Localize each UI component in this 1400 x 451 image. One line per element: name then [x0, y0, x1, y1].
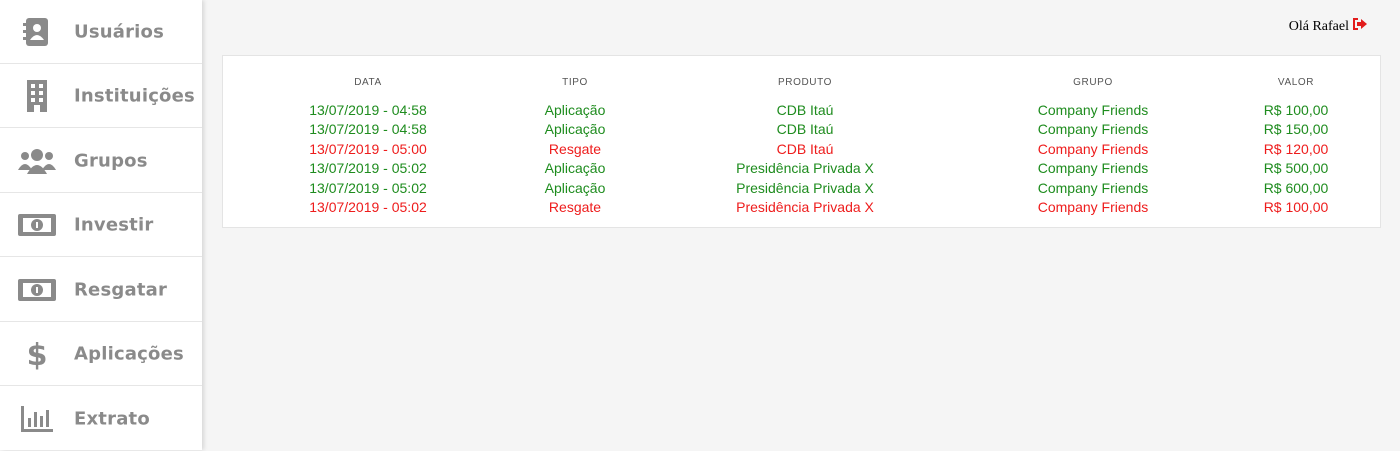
svg-text:$: $ [27, 338, 48, 370]
cell-valor: R$ 150,00 [1263, 121, 1329, 138]
sidebar-item-label: Usuários [74, 21, 165, 42]
sidebar-item-label: Instituições [74, 85, 195, 106]
cell-tipo: Aplicação [544, 102, 606, 118]
cell-produto: Presidência Privada X [736, 179, 874, 196]
column-header-valor: VALOR [1277, 77, 1315, 88]
column-header-grupo: GRUPO [1073, 77, 1113, 88]
cell-valor: R$ 600,00 [1263, 179, 1329, 196]
sidebar-item-extrato[interactable]: Extrato [0, 387, 202, 451]
cell-data: 13/07/2019 - 05:02 [309, 199, 427, 215]
column-header-data: DATA [354, 77, 382, 88]
cell-tipo: Resgate [548, 199, 602, 215]
cell-valor: R$ 500,00 [1263, 160, 1329, 177]
building-icon [18, 79, 56, 112]
sidebar-item-resgatar[interactable]: Resgatar [0, 258, 202, 322]
cell-grupo: Company Friends [1037, 179, 1149, 196]
cell-tipo: Aplicação [544, 160, 606, 177]
cell-tipo: Aplicação [544, 179, 606, 196]
cell-data: 13/07/2019 - 05:02 [309, 160, 427, 177]
sign-out-icon[interactable] [1353, 18, 1367, 35]
money-bill-icon [18, 210, 56, 240]
cell-data: 13/07/2019 - 04:58 [309, 102, 427, 118]
cell-produto: CDB Itaú [776, 121, 834, 138]
address-book-icon [18, 17, 56, 47]
column-header-produto: PRODUTO [777, 77, 833, 88]
cell-data: 13/07/2019 - 05:00 [309, 140, 427, 157]
sidebar-item-label: Extrato [74, 408, 150, 430]
cell-produto: Presidência Privada X [736, 199, 874, 215]
cell-grupo: Company Friends [1037, 160, 1149, 177]
bar-chart-icon [18, 404, 56, 434]
cell-valor: R$ 120,00 [1263, 140, 1329, 157]
sidebar: Usuários Instituições Grupos Investir Re… [0, 0, 202, 450]
sidebar-item-instituicoes[interactable]: Instituições [0, 64, 202, 128]
cell-data: 13/07/2019 - 04:58 [309, 121, 427, 138]
cell-produto: CDB Itaú [776, 140, 834, 157]
users-icon [18, 146, 56, 176]
cell-grupo: Company Friends [1037, 199, 1149, 215]
greeting-text: Olá Rafael [1288, 18, 1349, 34]
cell-valor: R$ 100,00 [1263, 199, 1329, 215]
cell-produto: CDB Itaú [776, 102, 834, 118]
statement-table: DATA TIPO PRODUTO GRUPO VALOR 13/07/2019… [222, 55, 1381, 228]
sidebar-item-grupos[interactable]: Grupos [0, 129, 202, 193]
sidebar-item-investir[interactable]: Investir [0, 193, 202, 257]
sidebar-item-label: Grupos [74, 150, 148, 171]
sidebar-item-usuarios[interactable]: Usuários [0, 0, 202, 64]
cell-grupo: Company Friends [1037, 121, 1149, 138]
sidebar-item-aplicacoes[interactable]: $ Aplicações [0, 322, 202, 386]
cell-tipo: Aplicação [544, 121, 606, 138]
column-header-tipo: TIPO [562, 77, 588, 88]
cell-data: 13/07/2019 - 05:02 [309, 179, 427, 196]
dollar-icon: $ [18, 338, 56, 370]
sidebar-item-label: Resgatar [74, 279, 168, 300]
money-bill-icon [18, 275, 56, 305]
cell-tipo: Resgate [548, 140, 602, 157]
cell-grupo: Company Friends [1037, 140, 1149, 157]
sidebar-item-label: Aplicações [74, 343, 184, 364]
sidebar-item-label: Investir [74, 214, 154, 235]
cell-produto: Presidência Privada X [736, 160, 874, 177]
cell-grupo: Company Friends [1037, 102, 1149, 118]
cell-valor: R$ 100,00 [1263, 102, 1329, 118]
user-greeting: Olá Rafael [1289, 18, 1367, 35]
